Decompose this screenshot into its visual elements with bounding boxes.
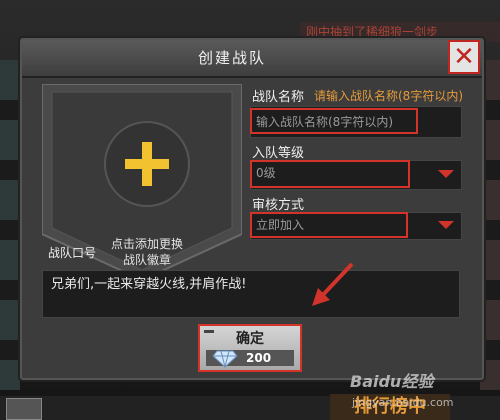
background-left-items: [0, 60, 20, 390]
dialog-title: 创建战队: [197, 49, 266, 67]
confirm-label: 确定: [236, 331, 264, 347]
watermark-brand: Baidu经验: [350, 372, 434, 391]
team-name-hint: 请输入战队名称(8字符以内): [314, 89, 463, 103]
diamond-icon: [212, 350, 238, 372]
join-level-value[interactable]: 0级: [250, 160, 410, 188]
join-level-label: 入队等级: [252, 146, 305, 161]
dialog-title-bar: 创建战队 ✕: [22, 40, 482, 78]
review-method-label: 审核方式: [252, 198, 305, 213]
join-level-dropdown-icon[interactable]: [438, 170, 454, 178]
team-name-input[interactable]: 输入战队名称(8字符以内): [250, 108, 418, 134]
create-team-dialog: 创建战队 ✕ 点击添加更换 战队徽章 战队名称 请输入战队名称(8字符以内) 输…: [20, 38, 484, 380]
close-button[interactable]: ✕: [448, 40, 480, 74]
review-method-dropdown-icon[interactable]: [438, 221, 454, 229]
team-name-label: 战队名称: [252, 90, 305, 105]
plus-icon: [117, 134, 177, 194]
review-method-value[interactable]: 立即加入: [250, 212, 408, 238]
annotation-arrow-icon: [308, 260, 358, 314]
team-slogan-input[interactable]: 兄弟们,一起来穿越火线,并肩作战!: [42, 270, 460, 318]
confirm-button[interactable]: 确定 200: [198, 324, 302, 372]
team-slogan-label: 战队口号: [48, 246, 97, 260]
watermark-url: jingyan.baidu.com: [352, 396, 454, 409]
close-x-icon: ✕: [453, 42, 475, 72]
background-bottom-button: [6, 398, 42, 420]
confirm-cost: 200: [246, 351, 272, 365]
